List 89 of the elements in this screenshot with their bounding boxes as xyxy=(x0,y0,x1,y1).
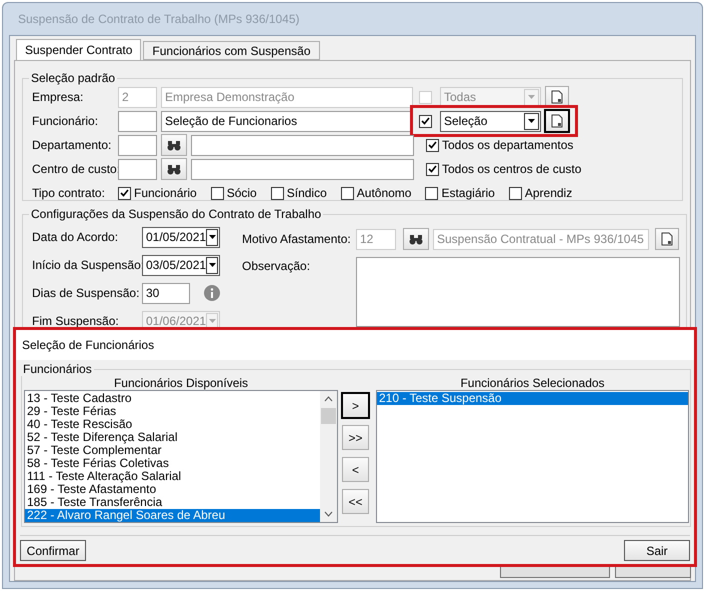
checkbox-label: Síndico xyxy=(286,186,327,200)
document-icon xyxy=(660,232,674,246)
code-field[interactable] xyxy=(118,158,157,180)
check-icon xyxy=(428,141,437,149)
date-field[interactable]: 01/05/2021 xyxy=(142,226,220,248)
checkbox[interactable] xyxy=(508,186,522,200)
list-heading: Funcionários Disponíveis xyxy=(114,376,248,390)
checkbox[interactable] xyxy=(118,186,131,200)
caret-icon xyxy=(208,319,216,323)
field-label: Empresa: xyxy=(32,90,84,104)
binoculars-icon xyxy=(409,234,423,244)
checkbox[interactable] xyxy=(210,186,224,200)
list-item[interactable]: 58 - Teste Férias Coletivas xyxy=(25,457,320,470)
combo-box[interactable]: Seleção xyxy=(440,110,541,132)
browse-button[interactable] xyxy=(545,110,569,132)
checkbox-label: Todos os centros de custo xyxy=(442,162,582,176)
scrollbar[interactable] xyxy=(320,391,337,522)
caret-icon xyxy=(528,119,535,123)
field-label: Dias de Suspensão: xyxy=(32,286,138,300)
browse-button[interactable] xyxy=(655,228,679,250)
list-item[interactable]: 222 - Alvaro Rangel Soares de Abreu xyxy=(25,509,320,522)
tab[interactable]: Funcionários com Suspensão xyxy=(143,41,320,60)
checkbox-label: Estagiário xyxy=(441,186,495,200)
number-field[interactable]: 30 xyxy=(142,282,190,304)
move-button[interactable]: >> xyxy=(342,425,369,450)
checkbox[interactable] xyxy=(425,186,438,200)
list-item[interactable]: 185 - Teste Transferência xyxy=(25,496,320,509)
caret-icon xyxy=(528,95,535,99)
field-label: Fim Suspensão: xyxy=(32,314,120,328)
dialog-button[interactable]: Sair xyxy=(624,540,690,561)
field-label: Funcionário: xyxy=(32,114,100,128)
list-box[interactable] xyxy=(24,390,338,523)
checkbox[interactable] xyxy=(270,186,284,200)
checkbox[interactable] xyxy=(340,186,354,200)
dialog-button[interactable]: Confirmar xyxy=(20,540,86,561)
checkbox-label: Autônomo xyxy=(356,186,412,200)
binoculars-icon xyxy=(167,140,181,150)
checkbox[interactable] xyxy=(426,162,439,176)
code-field[interactable] xyxy=(118,134,157,156)
list-item[interactable]: 57 - Teste Complementar xyxy=(25,444,320,457)
name-field[interactable]: Suspensão Contratual - MPs 936/1045 xyxy=(433,228,649,250)
caret-icon xyxy=(208,263,216,267)
search-button[interactable] xyxy=(161,158,187,180)
check-icon xyxy=(120,189,129,197)
list-item[interactable]: 40 - Teste Rescisão xyxy=(25,418,320,431)
document-icon xyxy=(550,114,564,128)
info-icon xyxy=(204,285,220,301)
move-button[interactable]: << xyxy=(342,489,369,514)
list-item[interactable]: 111 - Teste Alteração Salarial xyxy=(25,470,320,483)
checkbox-label: Aprendiz xyxy=(524,186,572,200)
list-item[interactable]: 13 - Teste Cadastro xyxy=(25,392,320,405)
list-item[interactable]: 210 - Teste Suspensão xyxy=(377,392,688,405)
name-field[interactable]: Seleção de Funcionarios xyxy=(161,110,413,132)
field-label: Observação: xyxy=(242,258,312,273)
list-box[interactable]: 210 - Teste Suspensão xyxy=(376,390,689,523)
field-label: Departamento: xyxy=(32,138,112,152)
binoculars-icon xyxy=(167,164,181,174)
search-button[interactable] xyxy=(161,134,187,156)
field-label: Tipo contrato: xyxy=(32,186,106,200)
list-item[interactable]: 52 - Teste Diferença Salarial xyxy=(25,431,320,444)
caret-icon xyxy=(208,235,216,239)
tab[interactable]: Suspender Contrato xyxy=(16,39,142,60)
checkbox-label: Sócio xyxy=(226,186,257,200)
name-field[interactable] xyxy=(191,158,414,180)
code-field[interactable]: 12 xyxy=(356,228,396,250)
move-button[interactable]: < xyxy=(342,457,369,482)
move-button[interactable]: > xyxy=(342,393,369,418)
dialog-title: Seleção de Funcionários xyxy=(22,338,154,352)
group-legend: Funcionários xyxy=(21,362,94,376)
list-item[interactable]: 169 - Teste Afastamento xyxy=(25,483,320,496)
observation-field[interactable] xyxy=(356,257,680,327)
date-field[interactable]: 03/05/2021 xyxy=(142,254,220,276)
code-field[interactable] xyxy=(118,110,157,132)
name-field[interactable] xyxy=(191,134,414,156)
checkbox[interactable] xyxy=(419,114,432,128)
field-label: Motivo Afastamento: xyxy=(242,232,352,246)
document-icon xyxy=(550,90,564,104)
field-label: Data do Acordo: xyxy=(32,230,120,244)
search-button[interactable] xyxy=(403,228,429,250)
check-icon xyxy=(421,117,430,125)
checkbox[interactable] xyxy=(426,138,439,152)
group-legend: Configurações da Suspensão do Contrato de Trabalho xyxy=(29,207,324,221)
list-item[interactable]: 29 - Teste Férias xyxy=(25,405,320,418)
check-icon xyxy=(428,165,437,173)
group-legend: Seleção padrão xyxy=(29,71,118,85)
window-title: Suspensão de Contrato de Trabalho (MPs 936/1045) xyxy=(18,12,300,26)
list-heading: Funcionários Selecionados xyxy=(460,376,605,390)
checkbox-label: Todos os departamentos xyxy=(442,138,574,152)
checkbox-label: Funcionário xyxy=(134,186,197,200)
